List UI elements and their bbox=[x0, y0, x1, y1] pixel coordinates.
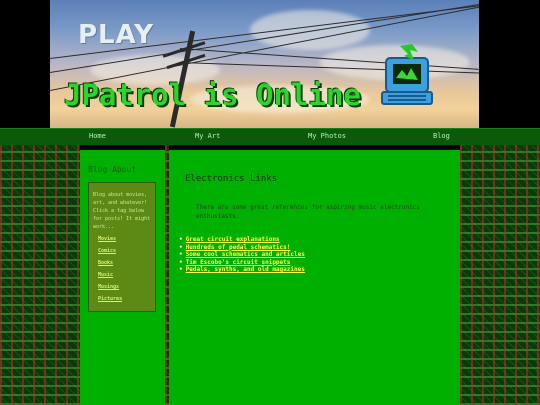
header-left-margin bbox=[0, 0, 50, 128]
page-title: Electronics Links bbox=[185, 174, 278, 184]
list-item: • Pedals, synths, and old magazines bbox=[179, 266, 305, 273]
tag-link-musings[interactable]: Musings bbox=[98, 284, 119, 290]
link-circuit-explanations[interactable]: Great circuit explanations bbox=[186, 236, 280, 243]
top-navigation: Home My Art My Photos Blog bbox=[0, 128, 540, 145]
tag-link-movies[interactable]: Movies bbox=[98, 236, 116, 242]
header-banner: PLAY JPatrol is Online bbox=[50, 0, 479, 128]
intro-paragraph: There are some great references for aspi… bbox=[196, 204, 420, 220]
tag-link-pictures[interactable]: Pictures bbox=[98, 296, 122, 302]
site-title: JPatrol is Online bbox=[64, 78, 361, 112]
link-pedal-schematics[interactable]: Hundreds of pedal schematics! bbox=[186, 244, 291, 251]
circuit-background-right bbox=[460, 145, 540, 405]
link-circuit-snippets[interactable]: Tim Escobo's circuit snippets bbox=[186, 259, 291, 266]
header-right-margin bbox=[479, 0, 540, 128]
retro-computer-icon bbox=[381, 44, 433, 105]
banner-play-text: PLAY bbox=[78, 20, 155, 50]
nav-home-link[interactable]: Home bbox=[89, 132, 106, 140]
link-schematics-articles[interactable]: Some cool schematics and articles bbox=[186, 251, 305, 258]
sidebar-tag-box: Blog about movies, art, and whatever! Cl… bbox=[88, 182, 156, 312]
sidebar: Blog About Blog about movies, art, and w… bbox=[80, 150, 165, 405]
list-item: • Some cool schematics and articles bbox=[179, 251, 305, 258]
link-pedals-synths-magazines[interactable]: Pedals, synths, and old magazines bbox=[186, 266, 305, 273]
nav-my-photos-link[interactable]: My Photos bbox=[308, 132, 346, 140]
list-item: • Tim Escobo's circuit snippets bbox=[179, 258, 291, 266]
sidebar-title: Blog About bbox=[88, 165, 137, 174]
list-item: • Hundreds of pedal schematics! bbox=[179, 243, 291, 251]
sidebar-blurb: Blog about movies, art, and whatever! Cl… bbox=[93, 192, 151, 230]
tag-link-music[interactable]: Music bbox=[98, 272, 113, 278]
nav-blog-link[interactable]: Blog bbox=[433, 132, 450, 140]
nav-my-art-link[interactable]: My Art bbox=[195, 132, 220, 140]
circuit-background-left bbox=[0, 145, 80, 405]
list-item: • Great circuit explanations bbox=[179, 236, 280, 243]
electronics-link-list: • Great circuit explanations • Hundreds of… bbox=[179, 236, 305, 274]
tag-link-books[interactable]: Books bbox=[98, 260, 113, 266]
tag-link-comics[interactable]: Comics bbox=[98, 248, 116, 254]
main-content: Electronics Links There are some great r… bbox=[169, 150, 460, 405]
